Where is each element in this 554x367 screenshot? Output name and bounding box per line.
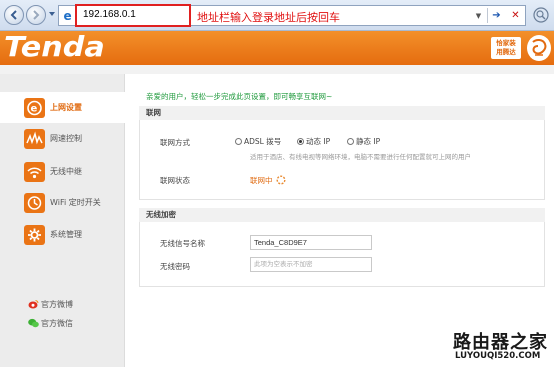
password-input[interactable]: 此项为空表示不加密 [250,257,372,272]
radio-adsl[interactable]: ADSL 拨号 [235,136,281,147]
arrow-left-icon [10,10,17,20]
wifi-relay-icon [24,162,45,182]
sidebar-item-label: 系统管理 [50,230,82,239]
radio-dynamic-ip[interactable]: 动态 IP [297,136,330,147]
tenda-logo: Tenda [4,30,105,63]
ssid-label: 无线信号名称 [160,239,205,248]
sidebar-item-wireless-relay[interactable]: 无线中继 [0,156,125,187]
arrow-right-icon [33,10,40,20]
address-divider [487,8,488,23]
wechat-label: 官方微信 [41,319,73,328]
ie-page-icon: e [62,9,75,22]
sidebar-item-internet-setup[interactable]: e 上网设置 [0,92,125,123]
ssid-input[interactable]: Tenda_C8D9E7 [250,235,372,250]
watermark-url: LUYOUQI520.COM [455,351,541,361]
history-dropdown-icon[interactable] [48,10,56,18]
section-internet-body: 联网方式 ADSL 拨号 动态 IP 静态 IP 适用于酒店、有线电视等网络环境… [139,120,545,200]
speed-wave-icon [24,129,45,149]
welcome-message: 亲爱的用户，轻松一步完成此页设置，即可畅享互联网~ [146,92,333,101]
sidebar-item-label: 无线中继 [50,167,82,176]
section-wireless-title: 无线加密 [139,208,545,222]
weibo-icon [28,300,39,309]
sidebar-item-system-management[interactable]: 系统管理 [0,219,125,250]
go-button[interactable]: ➔ [490,8,503,23]
svg-text:e: e [64,9,72,22]
address-dropdown-icon[interactable]: ▼ [472,8,485,23]
wechat-icon [28,318,39,328]
wechat-link[interactable]: 官方微信 [28,318,73,329]
status-value: 联网中 [250,176,273,185]
mode-label: 联网方式 [160,138,190,147]
radio-label: ADSL 拨号 [244,137,282,146]
section-wireless-body: 无线信号名称 Tenda_C8D9E7 无线密码 此项为空表示不加密 [139,222,545,287]
wifi-timer-icon [24,193,45,213]
address-bar[interactable]: e 192.168.0.1 地址栏输入登录地址后按回车 ▼ ➔ ✕ [58,4,526,27]
header-subbar [0,65,554,74]
status-label: 联网状态 [160,176,190,185]
main-panel: 亲爱的用户，轻松一步完成此页设置，即可畅享互联网~ 联网 联网方式 ADSL 拨… [126,74,554,367]
forward-button[interactable] [26,5,46,25]
sidebar-item-label: 网速控制 [50,134,82,143]
sidebar-item-label: WiFi 定时开关 [50,198,101,207]
gear-icon [24,225,45,245]
sidebar-item-label: 上网设置 [50,103,82,112]
slogan-line-1: 恰家装 [496,39,516,47]
section-internet-title: 联网 [139,106,545,120]
radio-dot[interactable] [297,138,304,145]
loading-spinner-icon [276,175,286,185]
radio-label: 静态 IP [356,137,381,146]
sidebar-item-wifi-timer[interactable]: WiFi 定时开关 [0,187,125,218]
back-button[interactable] [4,5,24,25]
svg-text:e: e [31,104,38,115]
stop-button[interactable]: ✕ [509,8,522,23]
sidebar: e 上网设置 网速控制 无线中继 WiFi 定时开关 系统管理 官方微博 官方微… [0,74,125,367]
weibo-label: 官方微博 [41,300,73,309]
radio-dot[interactable] [235,138,242,145]
password-label: 无线密码 [160,262,190,271]
sidebar-item-speed-control[interactable]: 网速控制 [0,123,125,154]
slogan-line-2: 用腾达 [496,48,516,56]
radio-static-ip[interactable]: 静态 IP [347,136,380,147]
radio-label: 动态 IP [306,137,331,146]
radio-dot[interactable] [347,138,354,145]
url-hint-annotation: 地址栏输入登录地址后按回车 [197,11,340,24]
slogan-badge: 恰家装 用腾达 [491,37,521,59]
weibo-link[interactable]: 官方微博 [28,299,73,310]
mode-note: 适用于酒店、有线电视等网络环境，电脑不需要进行任何配置就可上网的用户 [250,153,471,161]
search-provider-icon[interactable] [532,6,550,24]
browser-toolbar: e 192.168.0.1 地址栏输入登录地址后按回车 ▼ ➔ ✕ [0,0,554,31]
brand-seal-icon [527,35,551,61]
globe-e-icon: e [24,98,45,118]
router-header: Tenda 恰家装 用腾达 [0,30,554,65]
url-input[interactable]: 192.168.0.1 [75,4,191,27]
